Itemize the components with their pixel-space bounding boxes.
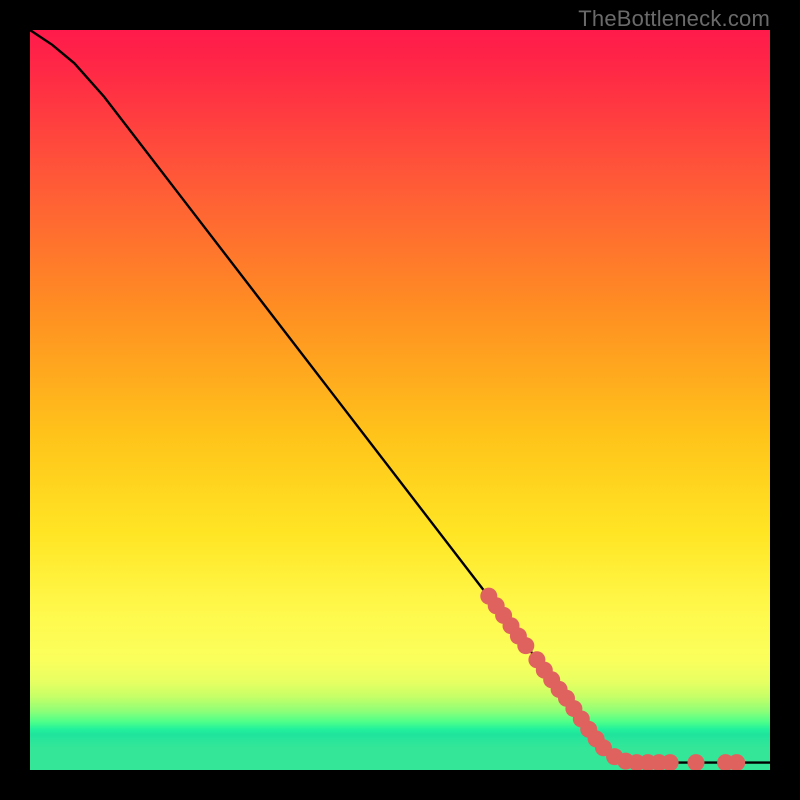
chart-container: TheBottleneck.com	[0, 0, 800, 800]
curve-line	[30, 30, 770, 763]
highlight-points	[480, 588, 745, 770]
plot-area	[30, 30, 770, 770]
chart-svg	[30, 30, 770, 770]
highlight-point	[517, 637, 534, 654]
highlight-point	[688, 754, 705, 770]
attribution-text: TheBottleneck.com	[578, 6, 770, 32]
